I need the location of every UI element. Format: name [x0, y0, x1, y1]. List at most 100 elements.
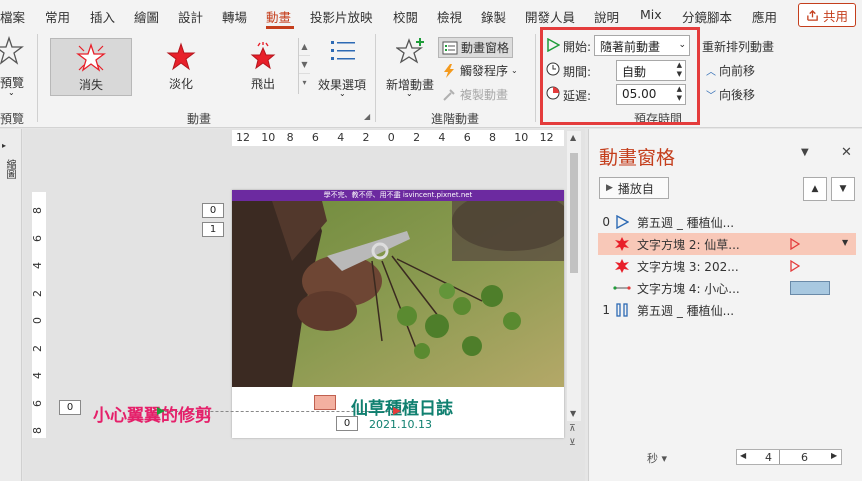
scroll-extra-icon[interactable]: ⊻	[569, 438, 576, 448]
lightning-icon	[444, 63, 454, 78]
expand-caret-icon[interactable]: ▸	[2, 141, 6, 150]
seconds-dropdown[interactable]: 秒 ▾	[647, 450, 667, 466]
tab-9[interactable]: 檢視	[437, 7, 462, 26]
move-later-button[interactable]: ﹀ 向後移	[706, 86, 755, 103]
tab-2[interactable]: 插入	[90, 7, 115, 26]
animation-tag[interactable]: 1	[202, 222, 224, 237]
triangle-up-icon: ▲	[811, 184, 819, 194]
move-later-label: 向後移	[719, 88, 756, 102]
tab-4[interactable]: 設計	[178, 7, 203, 26]
anim-list-item[interactable]: 1 第五週 _ 種植仙...	[598, 299, 856, 321]
tab-5[interactable]: 轉場	[222, 7, 247, 26]
seconds-label: 秒	[647, 452, 658, 465]
animation-pane-toggle[interactable]: 動畫窗格	[438, 37, 514, 58]
effect-options-button[interactable]: 效果選項 ⌄	[314, 36, 370, 98]
tab-12[interactable]: 說明	[594, 7, 619, 26]
trigger-button[interactable]: 觸發程序 ⌄	[441, 62, 518, 79]
play-from-button[interactable]: ▶ 播放自	[599, 177, 669, 199]
tab-1[interactable]: 常用	[45, 7, 70, 26]
anim-list-item[interactable]: 文字方塊 4: 小心...	[598, 277, 856, 299]
active-tab-indicator	[266, 26, 294, 29]
tab-14[interactable]: 分鏡腳本	[682, 7, 732, 26]
gallery-more-icon[interactable]: ▾	[299, 74, 310, 92]
tab-8[interactable]: 校閱	[393, 7, 418, 26]
tab-10[interactable]: 錄製	[481, 7, 506, 26]
scale-tick: 4	[765, 451, 772, 464]
preview-button[interactable]: 預覽 ⌄	[0, 36, 30, 97]
gallery-item-disappear[interactable]: 消失	[50, 38, 132, 96]
burst-icon	[615, 259, 629, 273]
timeline-scale[interactable]: ◀ 4 6 ▶	[736, 449, 842, 465]
tab-3[interactable]: 繪圖	[134, 7, 159, 26]
copy-animation-button[interactable]: 複製動畫	[441, 86, 508, 103]
scroll-extra-icon[interactable]: ⊼	[569, 424, 576, 434]
tab-7[interactable]: 投影片放映	[310, 7, 373, 26]
ruler-tick: 4	[31, 262, 44, 269]
gallery-up-icon[interactable]: ▲	[299, 38, 310, 56]
add-animation-button[interactable]: 新增動畫 ⌄	[384, 36, 436, 98]
triangle-down-icon: ▼	[839, 184, 847, 194]
trigger-label: 觸發程序	[460, 64, 509, 78]
chevron-down-icon: ⌄	[339, 89, 346, 98]
gallery-scrollbar[interactable]: ▲ ▼ ▾	[298, 38, 310, 94]
tab-11[interactable]: 開發人員	[525, 7, 575, 26]
scale-right-icon[interactable]: ▶	[831, 451, 837, 460]
ruler-tick: 2	[362, 131, 370, 144]
animation-pane: 動畫窗格 ▼ ✕ ▶ 播放自 ▲ ▼ 0 第五週 _ 種植仙... 文字方塊 2…	[588, 129, 862, 481]
ruler-tick: 8	[31, 207, 44, 214]
scroll-down-icon[interactable]: ▼	[570, 409, 576, 418]
gallery-down-icon[interactable]: ▼	[299, 56, 310, 74]
slide-photo[interactable]	[232, 201, 564, 387]
scroll-up-icon[interactable]: ▲	[570, 133, 576, 142]
timeline-bar	[790, 281, 830, 295]
animation-tag-selected[interactable]	[314, 395, 336, 410]
thumbnails-pane-collapsed[interactable]: ▸ 縮圖	[0, 129, 22, 481]
ribbon: 預覽 ⌄ 預覽 消失 淡化 飛出 ▲ ▼ ▾ 效果選項 ⌄ 動畫 ◢ 新增動畫 …	[0, 30, 862, 128]
anim-list-item[interactable]: 0 第五週 _ 種植仙...	[598, 211, 856, 233]
tab-15[interactable]: 應用	[752, 7, 777, 26]
scale-divider	[779, 450, 780, 464]
scale-left-icon[interactable]: ◀	[740, 451, 746, 460]
share-button[interactable]: 共用	[798, 3, 856, 27]
scroll-thumb[interactable]	[570, 153, 578, 273]
gallery-item-fade[interactable]: 淡化	[140, 38, 222, 96]
anim-list-item[interactable]: 文字方塊 2: 仙草... ▼	[598, 233, 856, 255]
animation-gallery: 消失 淡化 飛出	[50, 36, 308, 98]
vertical-ruler: 8 6 4 2 0 2 4 6 8	[31, 192, 46, 438]
ruler-tick: 6	[311, 131, 319, 144]
ruler-tick: 4	[337, 131, 345, 144]
anim-order-number: 1	[602, 303, 610, 317]
gallery-item-fly-out[interactable]: 飛出	[222, 38, 304, 96]
move-down-button[interactable]: ▼	[831, 177, 855, 201]
item-dropdown-icon[interactable]: ▼	[842, 238, 848, 247]
group-separator	[375, 34, 376, 122]
ruler-tick: 12	[539, 131, 554, 144]
slide-scrollbar[interactable]: ▲ ▼	[567, 131, 581, 421]
tab-0[interactable]: 檔案	[0, 7, 25, 26]
animation-pane-title: 動畫窗格	[599, 147, 676, 169]
slide-title-text[interactable]: 仙草種植日誌	[351, 394, 453, 419]
animation-pane-label: 動畫窗格	[461, 41, 510, 55]
tab-13[interactable]: Mix	[640, 7, 662, 22]
pane-options-icon[interactable]: ▼	[801, 147, 809, 158]
ruler-tick: 6	[31, 399, 44, 407]
move-up-button[interactable]: ▲	[803, 177, 827, 201]
close-icon[interactable]: ✕	[841, 145, 852, 160]
move-earlier-button[interactable]: ︿ 向前移	[706, 62, 755, 79]
motion-end-icon	[393, 407, 401, 415]
copy-animation-label: 複製動畫	[460, 88, 509, 102]
gallery-label: 飛出	[250, 77, 275, 91]
chevron-down-icon: ⌄	[406, 89, 413, 98]
chevron-up-icon: ︿	[706, 67, 716, 78]
tab-6[interactable]: 動畫	[266, 7, 291, 26]
animation-tag[interactable]: 0	[59, 400, 81, 415]
anim-item-label: 文字方塊 4: 小心...	[637, 281, 740, 296]
preview-group-label: 預覽	[0, 112, 25, 126]
group-separator	[37, 34, 38, 122]
ruler-tick: 6	[463, 131, 471, 144]
slide-date-text[interactable]: 2021.10.13	[369, 418, 432, 431]
animation-tag[interactable]: 0	[202, 203, 224, 218]
anim-list-item[interactable]: 文字方塊 3: 202...	[598, 255, 856, 277]
dialog-launcher-icon[interactable]: ◢	[364, 112, 370, 121]
careful-text-box[interactable]: 小心翼翼的修剪	[93, 401, 212, 426]
